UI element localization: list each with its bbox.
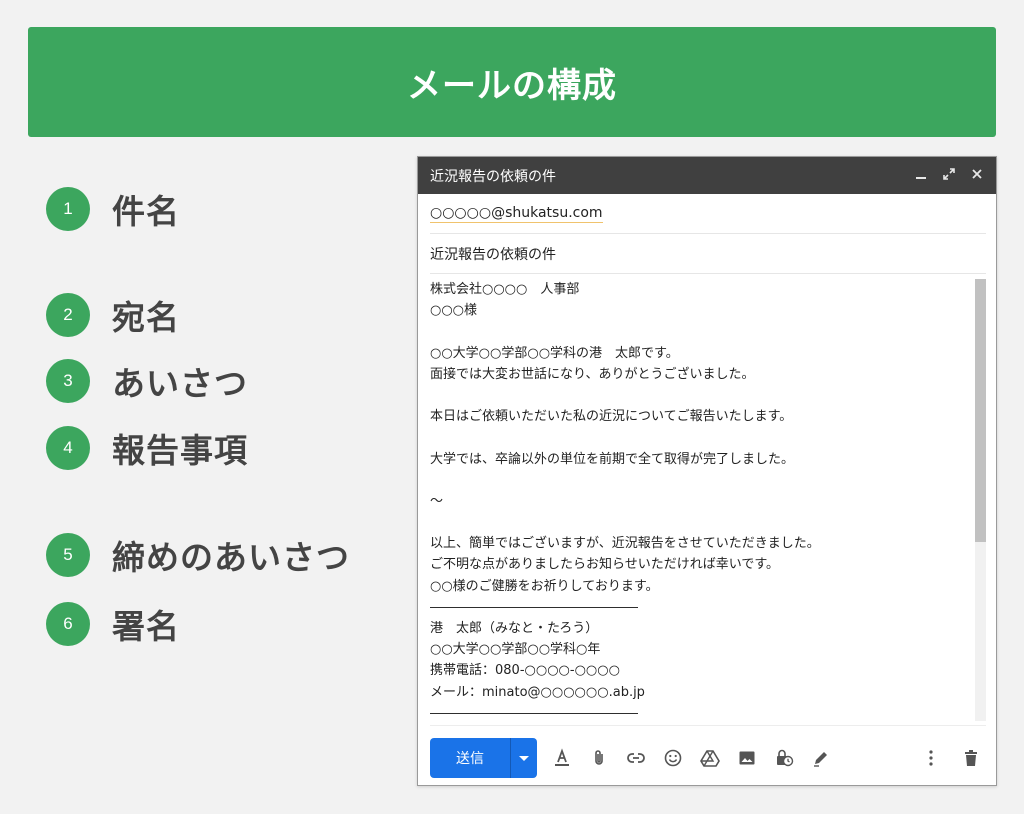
recipient-chip[interactable]: ○○○○○@shukatsu.com xyxy=(430,205,603,223)
expand-icon[interactable] xyxy=(942,167,956,184)
minimize-icon[interactable] xyxy=(914,168,928,184)
message-body[interactable]: 株式会社○○○○ 人事部 ○○○様 ○○大学○○学部○○学科の港 太郎です。面接で… xyxy=(430,279,975,721)
structure-legend: 1 件名 2 宛名 3 あいさつ 4 報告事項 5 締めのあいさつ 6 署名 xyxy=(46,0,406,814)
more-options-icon[interactable] xyxy=(920,747,942,769)
body-line: ―――――――――――――――― xyxy=(430,705,638,721)
compose-window-title: 近況報告の依頼の件 xyxy=(430,168,556,185)
send-button[interactable]: 送信 xyxy=(430,738,510,778)
link-icon[interactable] xyxy=(625,747,647,769)
body-line: 携帯電話：080-○○○○-○○○○ xyxy=(430,663,620,679)
window-controls xyxy=(914,167,984,184)
emoji-icon[interactable] xyxy=(662,747,684,769)
legend-item-subject: 1 件名 xyxy=(46,186,180,232)
subject-field[interactable]: 近況報告の依頼の件 xyxy=(430,234,986,274)
body-line: 港 太郎（みなと・たろう） xyxy=(430,621,599,636)
body-line: ―――――――――――――――― xyxy=(430,599,638,615)
legend-label: 件名 xyxy=(112,192,180,231)
body-line: 面接では大変お世話になり、ありがとうございました。 xyxy=(430,366,755,382)
body-line xyxy=(430,385,975,406)
body-line xyxy=(430,512,975,533)
body-line: ○○大学○○学部○○学科の港 太郎です。 xyxy=(430,345,679,361)
legend-item-signature: 6 署名 xyxy=(46,601,180,647)
banner-title: メールの構成 xyxy=(407,65,617,106)
compose-window: 近況報告の依頼の件 ○○○○○@shukatsu.com 近況報告の依頼の件 株… xyxy=(417,156,997,786)
text-format-icon[interactable] xyxy=(551,747,573,769)
compose-toolbar: 送信 xyxy=(430,738,986,778)
legend-label: 締めのあいさつ xyxy=(112,538,350,577)
body-line: 以上、簡単ではございますが、近況報告をさせていただきました。 xyxy=(430,536,820,552)
legend-number: 4 xyxy=(46,426,90,470)
legend-item-closing: 5 締めのあいさつ xyxy=(46,532,350,578)
close-icon[interactable] xyxy=(970,168,984,184)
legend-number: 5 xyxy=(46,533,90,577)
confidential-mode-icon[interactable] xyxy=(773,747,795,769)
caret-down-icon xyxy=(519,755,529,761)
legend-label: あいさつ xyxy=(112,364,248,403)
legend-number: 3 xyxy=(46,359,90,403)
send-options-button[interactable] xyxy=(510,738,537,778)
legend-label: 報告事項 xyxy=(112,431,248,470)
compose-header: 近況報告の依頼の件 xyxy=(418,157,996,194)
body-line xyxy=(430,470,975,491)
body-line xyxy=(430,321,975,342)
body-line: ○○○様 xyxy=(430,303,478,319)
more-tools xyxy=(920,738,982,778)
attach-icon[interactable] xyxy=(588,747,610,769)
body-line: ご不明な点がありましたらお知らせいただければ幸いです。 xyxy=(430,557,780,573)
subject-text: 近況報告の依頼の件 xyxy=(430,246,556,263)
trash-icon[interactable] xyxy=(960,747,982,769)
toolbar-divider xyxy=(430,725,986,726)
body-line: ○○大学○○学部○○学科○年 xyxy=(430,642,601,658)
to-field[interactable]: ○○○○○@shukatsu.com xyxy=(430,194,986,234)
signature-pen-icon[interactable] xyxy=(810,747,832,769)
body-line: 株式会社○○○○ 人事部 xyxy=(430,282,580,297)
body-line: ○○様のご健勝をお祈りしております。 xyxy=(430,578,659,594)
legend-number: 2 xyxy=(46,293,90,337)
scrollbar-thumb[interactable] xyxy=(975,279,986,542)
legend-number: 6 xyxy=(46,602,90,646)
body-line: メール：minato@○○○○○○.ab.jp xyxy=(430,684,645,700)
body-line: 〜 xyxy=(430,493,444,509)
body-line: 本日はご依頼いただいた私の近況についてご報告いたします。 xyxy=(430,409,793,425)
body-line: 大学では、卒論以外の単位を前期で全て取得が完了しました。 xyxy=(430,451,795,467)
legend-item-report: 4 報告事項 xyxy=(46,425,248,471)
legend-item-addressee: 2 宛名 xyxy=(46,292,180,338)
legend-item-greeting: 3 あいさつ xyxy=(46,358,248,404)
drive-icon[interactable] xyxy=(699,747,721,769)
legend-label: 宛名 xyxy=(112,298,180,337)
formatting-tools xyxy=(551,747,832,769)
legend-label: 署名 xyxy=(112,607,180,646)
image-icon[interactable] xyxy=(736,747,758,769)
body-scrollbar[interactable] xyxy=(975,279,986,721)
body-line xyxy=(430,427,975,448)
legend-number: 1 xyxy=(46,187,90,231)
